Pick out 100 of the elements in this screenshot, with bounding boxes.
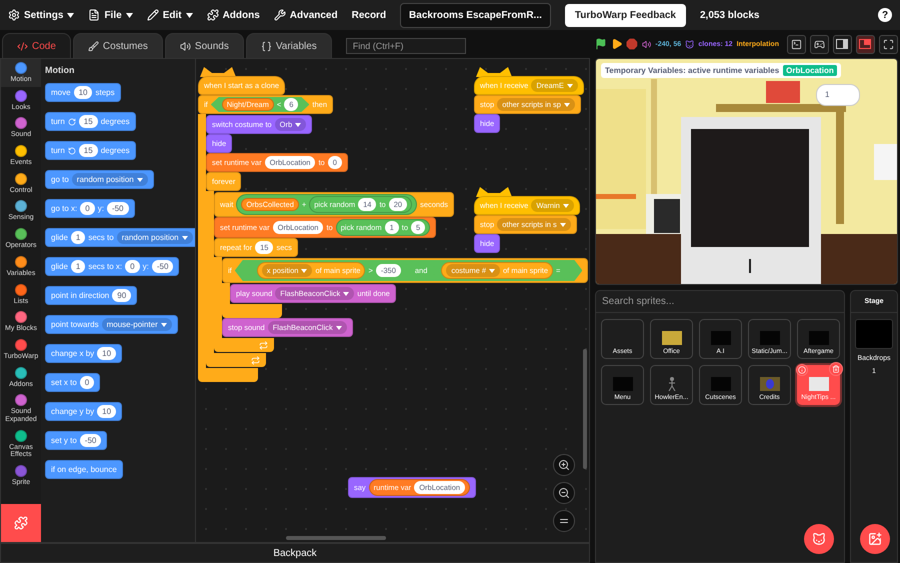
sprite-thumbnail: [808, 331, 828, 345]
delete-button[interactable]: [829, 362, 843, 376]
code-block[interactable]: point towards mouse-pointer: [45, 315, 178, 334]
caret-icon: [489, 268, 495, 272]
code-block[interactable]: glide 1 secs to x: 0 y: -50: [45, 257, 180, 276]
block-dropdown[interactable]: random position: [116, 231, 193, 244]
settings-icon: [8, 9, 20, 21]
menu-item[interactable]: Edit: [146, 9, 193, 21]
block-input[interactable]: -50: [80, 434, 102, 447]
block-input[interactable]: 0: [80, 376, 94, 389]
code-block[interactable]: set y to -50: [45, 431, 108, 450]
sprite-thumbnail: [710, 331, 730, 345]
caret-icon: [295, 122, 302, 126]
block-label: y:: [142, 262, 149, 271]
orb-icon: [766, 379, 774, 389]
code-block[interactable]: move 10 steps: [45, 83, 121, 102]
pencil-icon: [146, 9, 159, 21]
code-block[interactable]: turn 15 degrees: [45, 112, 136, 131]
info-icon: [798, 366, 806, 374]
block-label: change y by: [51, 407, 94, 416]
stage-toolbar-button[interactable]: [810, 34, 829, 54]
code-block[interactable]: turn 15 degrees: [45, 141, 136, 160]
block-input[interactable]: -50: [152, 260, 174, 273]
code-block[interactable]: point in direction 90: [45, 286, 138, 305]
block-label: point in direction: [51, 291, 110, 300]
tab[interactable]: Variables: [246, 33, 332, 58]
help-button[interactable]: ?: [878, 8, 892, 22]
block-label: secs to: [88, 233, 114, 242]
backpack-bar[interactable]: Backpack: [0, 543, 590, 563]
block-input[interactable]: 1: [70, 231, 86, 244]
flag-icon[interactable]: [595, 37, 607, 51]
flyout-heading: Motion: [45, 65, 76, 75]
braces-icon: [260, 40, 272, 52]
block-input[interactable]: 10: [97, 347, 116, 360]
sprite-thumbnail: [662, 331, 682, 345]
stage-toolbar-button[interactable]: [786, 34, 806, 54]
stage-toolbar-button[interactable]: [856, 34, 875, 54]
block-label: turn: [51, 117, 65, 126]
block-dropdown[interactable]: mouse-pointer: [102, 318, 172, 331]
code-block[interactable]: go to x: 0 y: -50: [45, 199, 134, 218]
zoom-in-button[interactable]: [553, 454, 575, 476]
code-block[interactable]: set x to 0: [45, 373, 100, 392]
block-input[interactable]: 0: [125, 260, 140, 273]
block-label: go to x:: [51, 204, 78, 213]
block-label: degrees: [100, 146, 130, 155]
add-extension-button[interactable]: [1, 504, 41, 542]
menu-item[interactable]: Settings: [8, 9, 74, 21]
sprite-thumbnail: [808, 377, 828, 391]
block-count: 2,053 blocks: [700, 10, 760, 20]
stop-icon[interactable]: [626, 37, 638, 51]
info-button[interactable]: [796, 364, 808, 376]
block-input[interactable]: 10: [97, 405, 116, 418]
loop-arrow-icon: [259, 340, 268, 350]
reset-zoom-button[interactable]: [553, 510, 575, 532]
code-block[interactable]: change x by 10: [45, 344, 122, 363]
code-block[interactable]: glide 1 secs to random position: [45, 228, 195, 247]
cat-icon: [685, 38, 694, 50]
menu-item[interactable]: File: [88, 9, 133, 21]
caret-icon: [560, 222, 566, 226]
tab[interactable]: Costumes: [72, 33, 163, 58]
block-input[interactable]: 15: [78, 144, 98, 157]
project-title-field[interactable]: Backrooms EscapeFromR...: [400, 2, 551, 28]
block-input[interactable]: 15: [78, 115, 98, 128]
block-input[interactable]: 90: [112, 289, 132, 302]
stage-thumbnail: [855, 319, 893, 349]
fullscreen-icon: [882, 38, 894, 50]
code-block[interactable]: go to random position: [45, 170, 154, 189]
block-input[interactable]: -50: [106, 202, 128, 215]
zoom-out-button[interactable]: [553, 482, 575, 504]
feedback-button[interactable]: TurboWarp Feedback: [564, 4, 686, 26]
find-field[interactable]: Find (Ctrl+F): [346, 38, 466, 54]
stage-toolbar-button[interactable]: [878, 34, 898, 54]
add-sprite-button[interactable]: [804, 524, 834, 554]
code-block[interactable]: change y by 10: [45, 402, 122, 421]
add-backdrop-button[interactable]: [860, 524, 890, 554]
block-input[interactable]: 10: [74, 86, 92, 99]
stage-toolbar-button[interactable]: [832, 34, 852, 54]
block-dropdown[interactable]: random position: [72, 173, 148, 186]
sprite-thumbnail: [612, 377, 632, 391]
terminal-icon: [790, 38, 802, 50]
puzzle-icon: [14, 516, 28, 530]
gamepad-icon: [814, 38, 825, 50]
block-input[interactable]: 1: [70, 260, 86, 273]
search-field[interactable]: Search sprites...: [596, 291, 844, 313]
menu-item[interactable]: Advanced: [274, 9, 338, 21]
cat-icon: [812, 532, 826, 546]
tab[interactable]: Code: [2, 33, 71, 58]
tab[interactable]: Sounds: [164, 33, 244, 58]
menu-item[interactable]: Addons: [206, 9, 260, 21]
monitor-label: Temporary Variables: active runtime variables: [605, 66, 780, 75]
block-label: move: [51, 88, 71, 97]
large-stage-icon: [859, 39, 872, 49]
block-label: change x by: [51, 349, 94, 358]
menu-item[interactable]: Record: [352, 10, 386, 20]
caret-icon: [564, 102, 570, 106]
block-input[interactable]: 0: [80, 202, 95, 215]
caret-icon: [562, 204, 569, 208]
zoom-in-icon: [558, 459, 570, 471]
play-icon[interactable]: [610, 37, 622, 51]
block-label: set x to: [51, 378, 77, 387]
